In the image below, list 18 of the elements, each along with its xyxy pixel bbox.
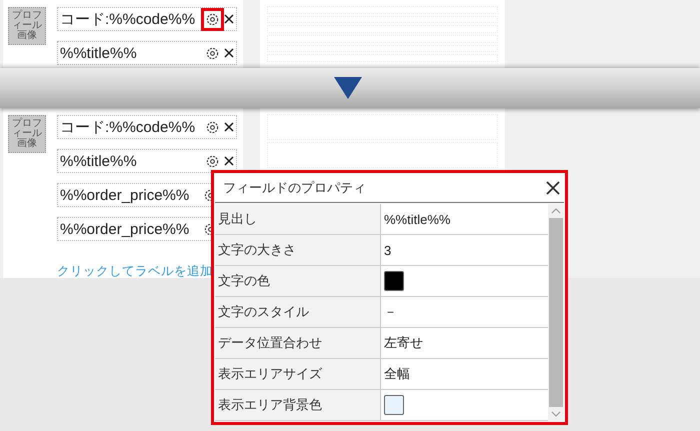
field-label[interactable]: %%title%% [57, 41, 237, 65]
field-text: コード:%%code%% [60, 118, 196, 136]
avatar-caption: プロフィール画像 [12, 118, 42, 149]
property-name: 見出し [215, 204, 381, 235]
property-name: 文字の大きさ [215, 235, 381, 266]
field-text: %%title%% [60, 152, 138, 170]
property-name: 表示エリアサイズ [215, 359, 381, 390]
property-name: データ位置合わせ [215, 328, 381, 359]
field-text: コード:%%code%% [60, 10, 196, 28]
property-name: 文字の色 [215, 266, 381, 297]
property-name: 文字のスタイル [215, 297, 381, 328]
field-text: %%title%% [60, 44, 138, 62]
field-label[interactable]: コード:%%code%% [57, 115, 237, 139]
property-name: 表示エリア背景色 [215, 390, 381, 421]
avatar-caption: プロフィール画像 [12, 10, 42, 41]
field-label[interactable]: コード:%%code%% [57, 7, 237, 31]
field-text: %%order_price%% [60, 186, 190, 204]
field-text: %%order_price%% [60, 220, 190, 238]
